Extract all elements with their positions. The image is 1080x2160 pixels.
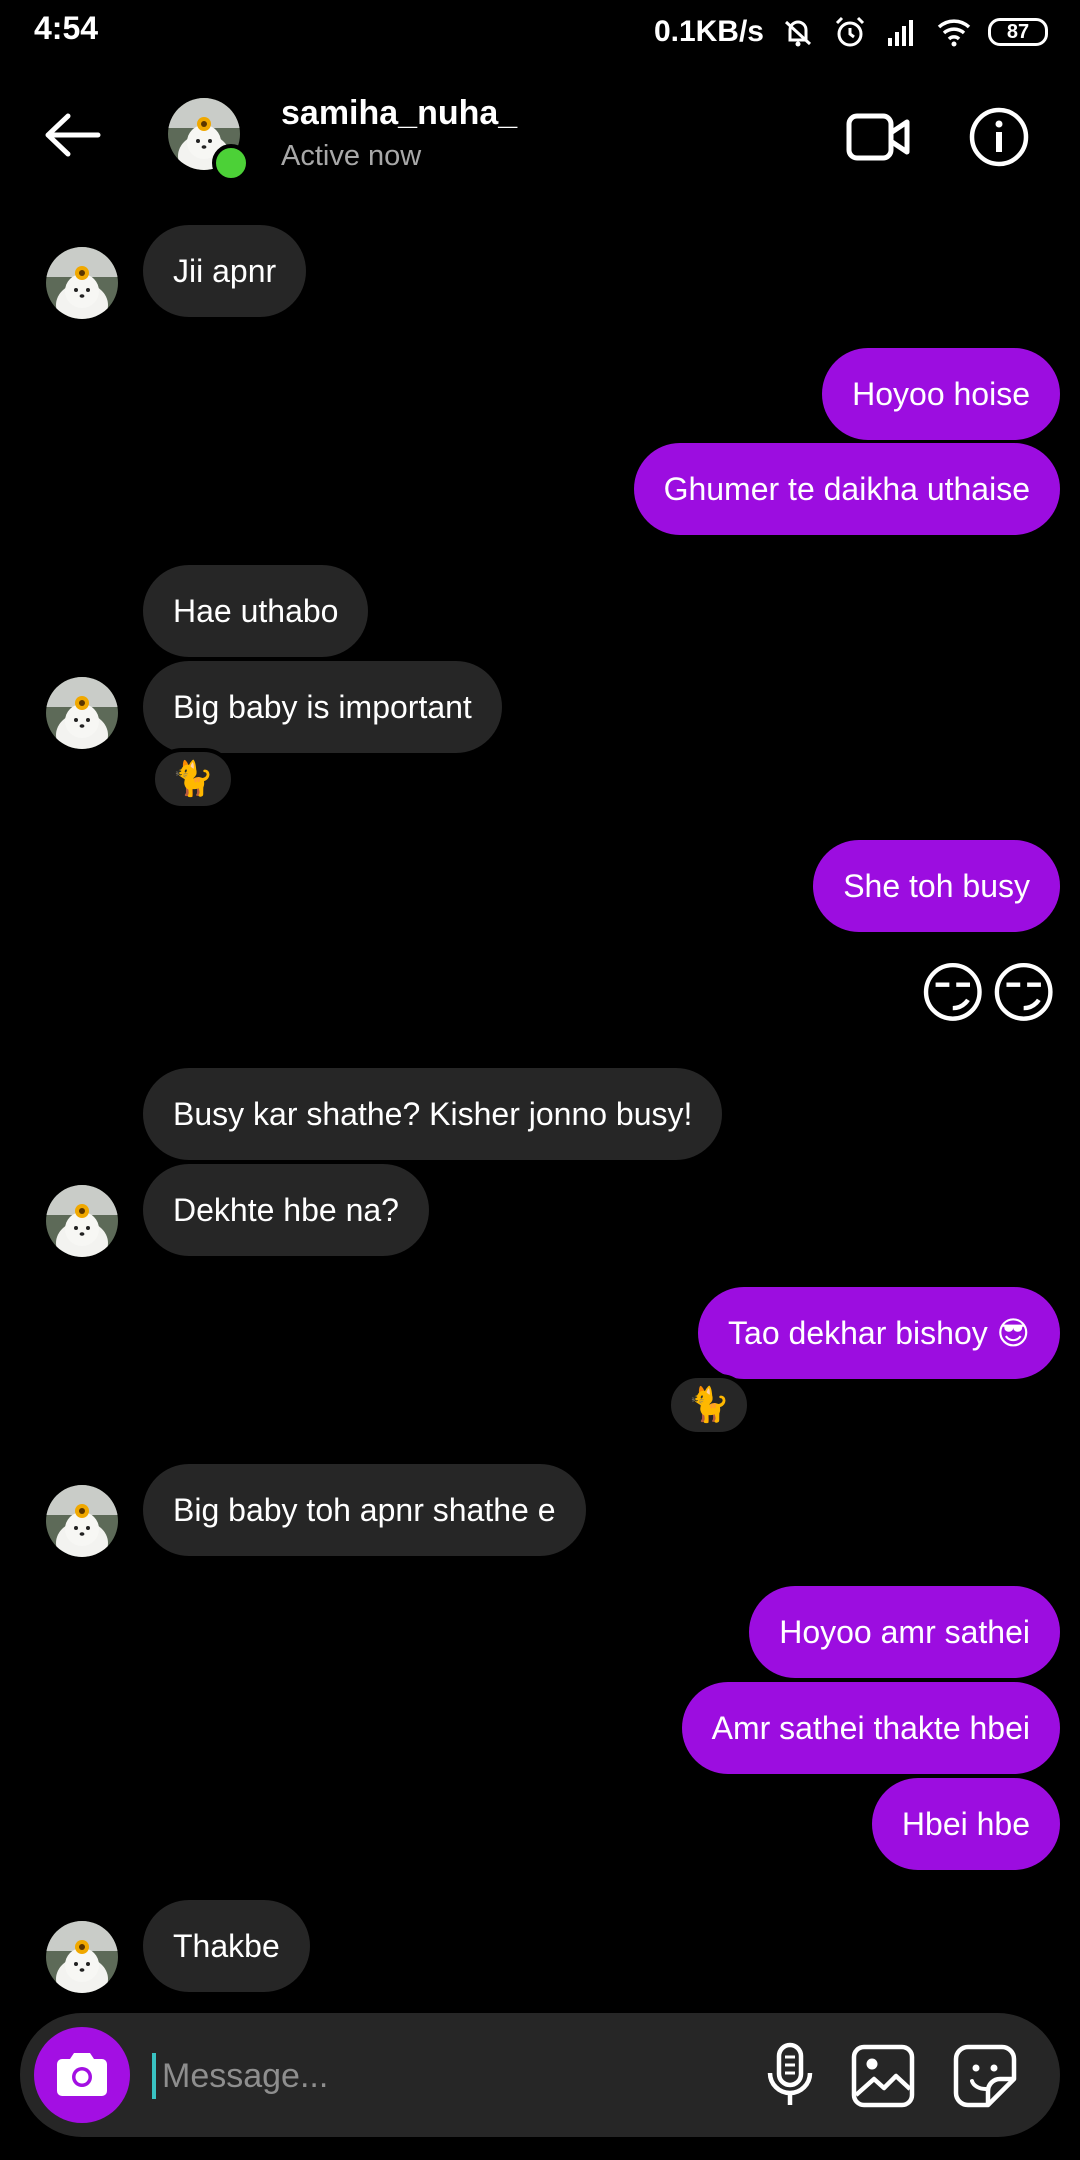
chat-screen: 4:54 0.1KB/s 87 samiha_nuha_ Active now … [0, 0, 1080, 2160]
text-cursor [152, 2053, 156, 2099]
info-icon[interactable] [968, 106, 1030, 168]
incoming-message[interactable]: Big baby is important [143, 661, 502, 753]
incoming-message[interactable]: Big baby toh apnr shathe e [143, 1464, 586, 1556]
message-reaction[interactable]: 🐈 [667, 1374, 751, 1436]
outgoing-message[interactable]: Tao dekhar bishoy 😎 [698, 1287, 1060, 1379]
outgoing-message[interactable]: She toh busy [813, 840, 1060, 932]
chat-header: samiha_nuha_ Active now [0, 80, 1080, 190]
battery-indicator: 87 [988, 18, 1048, 46]
gallery-icon[interactable] [850, 2043, 916, 2109]
outgoing-message[interactable]: Ghumer te daikha uthaise [633, 443, 1060, 535]
avatar [46, 1921, 118, 1993]
contact-username[interactable]: samiha_nuha_ [281, 94, 517, 133]
back-arrow-icon[interactable] [40, 110, 102, 160]
video-call-icon[interactable] [846, 110, 910, 166]
camera-icon [57, 2053, 107, 2096]
online-status-dot [212, 144, 250, 182]
outgoing-emoji-message[interactable]: 😏😏 [918, 955, 1060, 1032]
sticker-icon[interactable] [952, 2043, 1018, 2109]
incoming-message[interactable]: Hae uthabo [143, 565, 369, 657]
message-composer [20, 2013, 1060, 2137]
outgoing-message[interactable]: Amr sathei thakte hbei [681, 1682, 1060, 1774]
incoming-message[interactable]: Thakbe [143, 1900, 310, 1992]
message-input[interactable] [160, 2043, 724, 2109]
incoming-message[interactable]: Dekhte hbe na? [143, 1164, 429, 1256]
incoming-message[interactable]: Jii apnr [143, 225, 307, 317]
status-time: 4:54 [34, 10, 99, 46]
incoming-message[interactable]: Busy kar shathe? Kisher jonno busy! [143, 1068, 723, 1160]
alarm-icon [835, 16, 865, 47]
avatar [46, 1485, 118, 1557]
signal-icon [888, 20, 913, 46]
wifi-icon [937, 19, 971, 47]
avatar [46, 247, 118, 319]
outgoing-message[interactable]: Hoyoo hoise [822, 348, 1060, 440]
camera-button[interactable] [34, 2027, 130, 2123]
outgoing-message[interactable]: Hbei hbe [871, 1778, 1060, 1870]
status-bar: 4:54 0.1KB/s 87 [0, 0, 1080, 62]
microphone-icon[interactable] [755, 2041, 825, 2111]
network-speed: 0.1KB/s [653, 15, 764, 48]
status-icons: 0.1KB/s 87 [654, 12, 1048, 52]
message-reaction[interactable]: 🐈 [151, 748, 235, 810]
outgoing-message[interactable]: Hoyoo amr sathei [749, 1586, 1060, 1678]
mute-bell-icon [784, 20, 812, 47]
avatar [46, 677, 118, 749]
contact-active-status: Active now [281, 140, 422, 172]
avatar [46, 1185, 118, 1257]
